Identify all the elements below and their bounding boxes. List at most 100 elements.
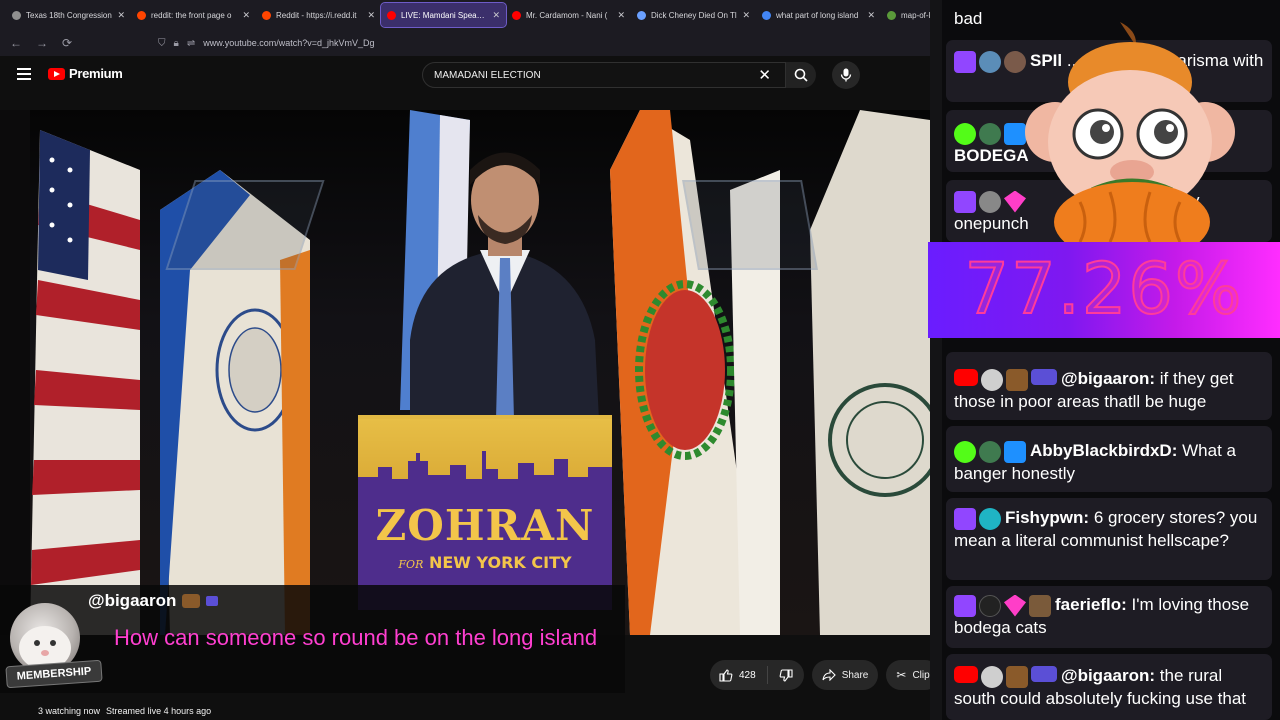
chat-username: faerieflo xyxy=(1055,595,1122,614)
overlay-username: @bigaaron xyxy=(88,591,219,611)
site-settings-icon[interactable]: ⇌ xyxy=(187,38,195,49)
close-tab-icon[interactable]: ✕ xyxy=(742,10,750,21)
chat-username: BODEGA xyxy=(954,145,1029,165)
close-tab-icon[interactable]: ✕ xyxy=(367,10,375,21)
menu-icon[interactable] xyxy=(17,68,31,80)
avatar xyxy=(979,190,1001,213)
tab-favicon-icon xyxy=(387,10,396,20)
search-button[interactable] xyxy=(786,62,816,88)
youtube-icon xyxy=(954,368,978,386)
reload-icon[interactable]: ⟳ xyxy=(62,36,72,50)
browser-tab[interactable]: Mr. Cardamom - Nani (✕ xyxy=(506,3,631,27)
skyline-graphic xyxy=(358,451,612,499)
tab-title: Dick Cheney Died On Tl xyxy=(651,10,737,20)
emote-icon xyxy=(182,594,201,608)
chat-message: @bigaaron: if they get those in poor are… xyxy=(954,368,1234,411)
youtube-logo[interactable]: Premium xyxy=(48,66,123,81)
video-frame: ZOHRAN FOR NEW YORK CITY xyxy=(30,110,930,635)
speaker xyxy=(410,152,600,440)
overlay-username-text: @bigaaron xyxy=(88,591,177,610)
search-value[interactable]: MAMADANI ELECTION xyxy=(434,70,541,81)
badge-icon xyxy=(1004,440,1026,463)
browser-tab[interactable]: Dick Cheney Died On Tl ✕ xyxy=(631,3,756,27)
clip-label: Clip xyxy=(912,669,930,681)
podium: ZOHRAN FOR NEW YORK CITY xyxy=(358,415,612,610)
tab-favicon-icon xyxy=(262,10,271,20)
share-label: Share xyxy=(841,669,869,681)
chat-username: Fishypwn xyxy=(1005,508,1084,527)
twitch-icon xyxy=(954,507,976,530)
lock-icon[interactable]: 🔒︎ xyxy=(174,38,179,49)
twitch-icon xyxy=(954,50,976,73)
voice-search-button[interactable] xyxy=(832,61,860,89)
like-count: 428 xyxy=(739,669,756,681)
search-icon xyxy=(794,68,808,82)
us-flag xyxy=(30,130,140,635)
twitch-icon xyxy=(954,594,976,617)
kick-icon xyxy=(954,122,976,145)
url-text[interactable]: www.youtube.com/watch?v=d_jhkVmV_Dg xyxy=(203,38,374,48)
tab-title: reddit: the front page o xyxy=(151,10,232,20)
member-crown-icon xyxy=(206,596,219,606)
watching-count: 3 watching now xyxy=(38,706,101,716)
podium-city: NEW YORK CITY xyxy=(428,553,572,572)
address-field[interactable]: ⛉ 🔒︎ ⇌ www.youtube.com/watch?v=d_jhkVmV_… xyxy=(158,38,375,49)
tab-title: LIVE: Mamdani Speaks a xyxy=(401,10,488,20)
emote-icon xyxy=(1006,368,1028,391)
close-tab-icon[interactable]: ✕ xyxy=(117,10,125,21)
chat-message: AbbyBlackbirdxD: What a banger honestly xyxy=(954,440,1236,483)
shield-icon[interactable]: ⛉ xyxy=(158,38,166,49)
chat-message: faerieflo: I'm loving those bodega cats xyxy=(954,594,1250,637)
twitch-icon xyxy=(954,190,976,213)
browser-tab[interactable]: Reddit - https://i.redd.it ✕ xyxy=(256,3,381,27)
browser-url-bar: ← → ⟳ ⛉ 🔒︎ ⇌ www.youtube.com/watch?v=d_j… xyxy=(0,30,940,56)
browser-tab[interactable]: LIVE: Mamdani Speaks a ✕ xyxy=(380,2,507,28)
chat-username: AbbyBlackbirdxD xyxy=(1030,441,1172,460)
like-button[interactable]: 428 xyxy=(710,666,768,684)
tab-title: Reddit - https://i.redd.it xyxy=(276,10,357,20)
podium-title: ZOHRAN xyxy=(375,501,595,550)
search-input[interactable]: MAMADANI ELECTION ✕ xyxy=(422,62,786,88)
video-actions: 428 Share ✂ Clip xyxy=(710,660,940,690)
avatar xyxy=(981,665,1003,688)
avatar xyxy=(979,50,1001,73)
thumbs-down-icon xyxy=(779,668,793,682)
emote-icon xyxy=(1029,594,1051,617)
dislike-button[interactable] xyxy=(768,668,804,682)
tab-favicon-icon xyxy=(637,10,646,20)
back-icon[interactable]: ← xyxy=(10,36,22,50)
youtube-play-icon xyxy=(48,67,65,80)
browser-tab[interactable]: Texas 18th Congression ✕ xyxy=(6,3,131,27)
close-tab-icon[interactable]: ✕ xyxy=(867,10,875,21)
chat-message-text: bad xyxy=(954,9,983,28)
like-dislike-group: 428 xyxy=(710,660,804,690)
chat-divider xyxy=(930,0,942,720)
youtube-icon xyxy=(954,665,978,683)
chat-message: @bigaaron: the rural south could absolut… xyxy=(954,665,1247,708)
close-tab-icon[interactable]: ✕ xyxy=(492,10,500,21)
avatar xyxy=(979,440,1001,463)
tab-title: Texas 18th Congression xyxy=(26,10,112,20)
tab-title: what part of long island xyxy=(776,10,859,20)
gem-icon xyxy=(1004,594,1026,617)
monkey-mascot xyxy=(1025,22,1235,242)
tab-favicon-icon xyxy=(137,10,146,20)
percent-overlay: 77.26% xyxy=(928,242,1280,338)
teleprompter-right xyxy=(682,180,818,270)
browser-tab[interactable]: what part of long island ✕ xyxy=(756,3,881,27)
chat-message: Fishypwn: 6 grocery stores? you mean a l… xyxy=(954,507,1258,550)
browser-tab-bar: Texas 18th Congression ✕ reddit: the front… xyxy=(0,0,940,30)
overlay-message: How can someone so round be on the long … xyxy=(114,625,598,650)
clear-search-icon[interactable]: ✕ xyxy=(758,66,771,84)
browser-tab[interactable]: reddit: the front page o ✕ xyxy=(131,3,256,27)
tab-favicon-icon xyxy=(512,10,521,20)
scissors-icon: ✂ xyxy=(896,668,907,682)
close-tab-icon[interactable]: ✕ xyxy=(242,10,250,21)
microphone-icon xyxy=(840,68,852,82)
video-player[interactable]: ZOHRAN FOR NEW YORK CITY xyxy=(0,110,930,635)
avatar xyxy=(979,594,1001,617)
city-seal-flag xyxy=(810,110,930,635)
close-tab-icon[interactable]: ✕ xyxy=(617,10,625,21)
share-button[interactable]: Share xyxy=(811,660,879,690)
forward-icon[interactable]: → xyxy=(36,36,48,50)
